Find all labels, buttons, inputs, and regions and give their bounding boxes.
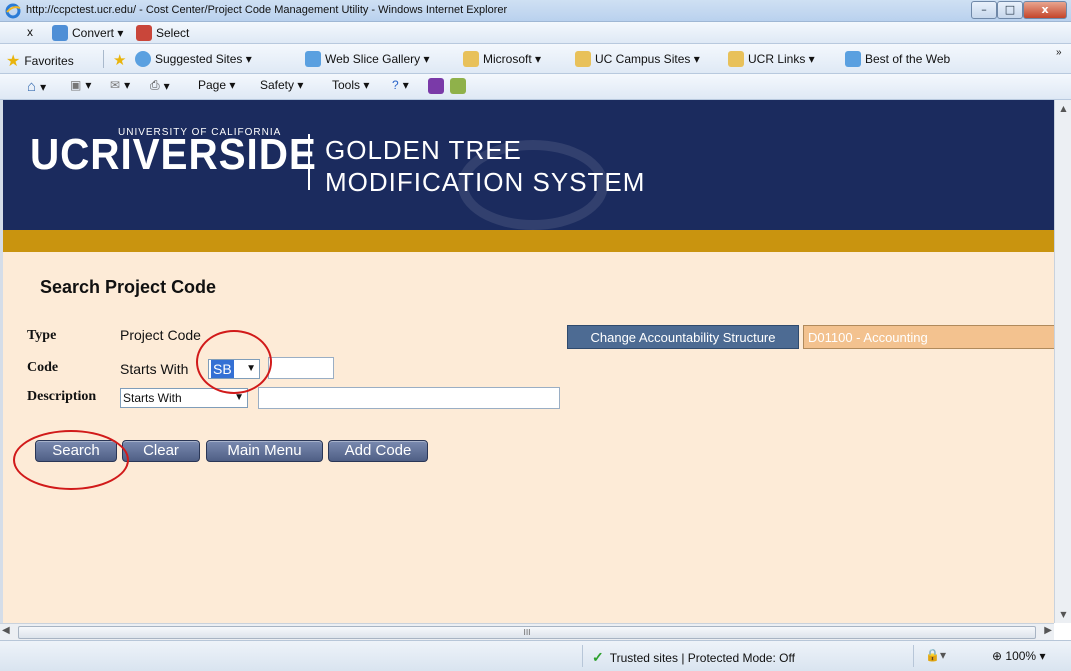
scroll-right-icon[interactable]: ▶ <box>1044 625 1052 636</box>
fav-label: Best of the Web <box>865 52 951 66</box>
select-label: Select <box>156 26 190 40</box>
ie-window: http://ccpctest.ucr.edu/ - Cost Center/P… <box>0 0 1071 671</box>
page-content: UNIVERSITY OF CALIFORNIA UCRIVERSIDE GOL… <box>0 100 1054 623</box>
fav-item-best-of-the-web[interactable]: Best of the Web <box>845 51 950 67</box>
minimize-button[interactable]: – <box>971 1 997 19</box>
site-banner: UNIVERSITY OF CALIFORNIA UCRIVERSIDE GOL… <box>3 100 1054 252</box>
zoom-icon: ⊕ <box>992 649 1003 663</box>
maximize-button[interactable]: □ <box>997 1 1023 19</box>
window-title: http://ccpctest.ucr.edu/ - Cost Center/P… <box>26 4 508 16</box>
logo-divider <box>308 134 310 190</box>
fav-label: UC Campus Sites ▾ <box>595 52 700 66</box>
checkmark-icon: ✓ <box>592 649 604 665</box>
select-button[interactable]: Select <box>136 25 189 41</box>
ie-page-icon <box>845 51 861 67</box>
gold-stripe <box>3 230 1054 252</box>
print-icon[interactable]: ⎙ ▾ <box>150 78 170 93</box>
scroll-down-icon[interactable]: ▼ <box>1055 606 1071 623</box>
zoom-level[interactable]: ⊕ 100% ▾ <box>992 649 1045 663</box>
tools-menu[interactable]: Tools ▾ <box>332 78 369 92</box>
feeds-icon[interactable]: ▣ ▾ <box>70 78 91 92</box>
search-button[interactable]: Search <box>35 440 117 462</box>
system-name-line2: MODIFICATION SYSTEM <box>325 167 646 197</box>
system-name-line1: GOLDEN TREE <box>325 135 522 165</box>
ie-logo-icon <box>5 3 21 19</box>
fav-label: Suggested Sites ▾ <box>155 52 252 66</box>
star-icon: ★ <box>6 53 21 70</box>
code-prefix-selected: SB <box>211 360 234 378</box>
fav-item-ucr-links[interactable]: UCR Links ▾ <box>728 51 815 67</box>
status-divider <box>582 645 583 667</box>
scroll-thumb[interactable]: III <box>18 626 1036 639</box>
title-bar: http://ccpctest.ucr.edu/ - Cost Center/P… <box>0 0 1071 22</box>
main-menu-button[interactable]: Main Menu <box>206 440 323 462</box>
folder-icon <box>463 51 479 67</box>
chevron-down-icon: ▼ <box>246 363 256 374</box>
horizontal-scrollbar[interactable]: ◀ III ▶ <box>0 623 1054 640</box>
research-icon[interactable] <box>450 78 466 94</box>
mail-icon[interactable]: ✉ ▾ <box>110 78 130 92</box>
fav-label: Microsoft ▾ <box>483 52 542 66</box>
ucr-logo: UCRIVERSIDE <box>30 130 317 179</box>
fav-label: UCR Links ▾ <box>748 52 815 66</box>
page-menu[interactable]: Page ▾ <box>198 78 235 92</box>
convert-pdf-icon <box>52 25 68 41</box>
zoom-text: 100% <box>1005 649 1037 663</box>
page-title: Search Project Code <box>40 277 217 297</box>
scroll-left-icon[interactable]: ◀ <box>2 625 10 636</box>
toolbar-separator <box>103 50 104 68</box>
code-prefix-select[interactable]: SB ▼ <box>208 359 260 379</box>
description-match-select[interactable]: Starts With ▼ <box>120 388 248 408</box>
convert-button[interactable]: Convert ▾ <box>52 25 123 41</box>
command-bar: x Convert ▾ Select <box>0 22 1071 44</box>
description-label: Description <box>27 389 97 404</box>
folder-icon <box>728 51 744 67</box>
fav-label: Web Slice Gallery ▾ <box>325 52 430 66</box>
safety-menu[interactable]: Safety ▾ <box>260 78 303 92</box>
fav-item-microsoft[interactable]: Microsoft ▾ <box>463 51 541 67</box>
help-icon[interactable]: ? ▾ <box>392 78 409 92</box>
chevron-down-icon: ▼ <box>234 392 244 403</box>
add-code-button[interactable]: Add Code <box>328 440 428 462</box>
security-zone-text: Trusted sites | Protected Mode: Off <box>609 650 795 665</box>
home-icon[interactable]: ⌂ ▾ <box>27 78 46 95</box>
description-match-selected: Starts With <box>123 391 182 405</box>
select-pdf-icon <box>136 25 152 41</box>
security-zone[interactable]: ✓ Trusted sites | Protected Mode: Off <box>592 649 795 666</box>
status-divider <box>913 645 914 667</box>
type-label: Type <box>27 328 57 343</box>
accountability-structure-field: D01100 - Accounting <box>803 325 1054 349</box>
code-label: Code <box>27 360 59 375</box>
code-match-text: Starts With <box>120 361 189 377</box>
convert-label: Convert ▾ <box>72 26 124 40</box>
status-bar: ✓ Trusted sites | Protected Mode: Off 🔒▾… <box>0 640 1071 671</box>
ie-page-icon <box>135 51 151 67</box>
scroll-up-icon[interactable]: ▲ <box>1055 100 1071 117</box>
change-accountability-button[interactable]: Change Accountability Structure <box>567 325 799 349</box>
code-input[interactable] <box>268 357 334 379</box>
close-tab-button[interactable]: x <box>27 25 33 39</box>
vertical-scrollbar[interactable]: ▲ ▼ <box>1054 100 1071 623</box>
type-value: Project Code <box>120 327 201 343</box>
fav-item-web-slice-gallery[interactable]: Web Slice Gallery ▾ <box>305 51 430 67</box>
fav-item-suggested-sites[interactable]: Suggested Sites ▾ <box>135 51 252 67</box>
favorites-label: Favorites <box>24 54 74 68</box>
favorites-bar: ★ Favorites ★ Suggested Sites ▾ Web Slic… <box>0 44 1071 74</box>
protected-mode-icon[interactable]: 🔒▾ <box>925 648 946 662</box>
folder-icon <box>575 51 591 67</box>
favorites-button[interactable]: ★ Favorites <box>6 51 74 71</box>
description-input[interactable] <box>258 387 560 409</box>
ie-command-toolbar: ⌂ ▾ ▣ ▾ ✉ ▾ ⎙ ▾ Page ▾ Safety ▾ Tools ▾ … <box>0 74 1071 100</box>
ie-page-icon <box>305 51 321 67</box>
chevron-overflow-icon[interactable]: » <box>1056 47 1062 58</box>
onenote-icon[interactable] <box>428 78 444 94</box>
fav-item-uc-campus-sites[interactable]: UC Campus Sites ▾ <box>575 51 700 67</box>
add-favorite-icon[interactable]: ★ <box>113 51 126 69</box>
close-window-button[interactable]: x <box>1023 1 1067 19</box>
chevron-down-icon: ▾ <box>1039 649 1046 663</box>
clear-button[interactable]: Clear <box>122 440 200 462</box>
